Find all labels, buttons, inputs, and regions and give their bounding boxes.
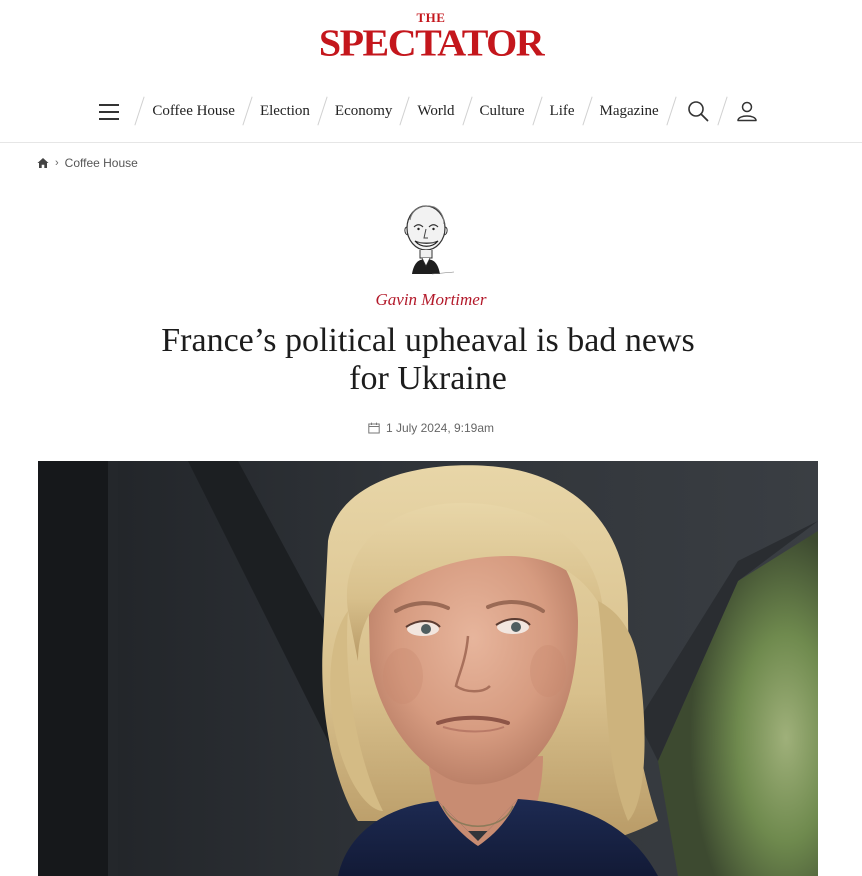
nav-divider (461, 96, 473, 126)
nav-divider (399, 96, 411, 126)
nav-item-coffee-house[interactable]: Coffee House (150, 103, 237, 120)
logo-wordmark: SPECTATOR (318, 21, 545, 64)
nav-item-magazine[interactable]: Magazine (598, 103, 661, 120)
nav-item-culture[interactable]: Culture (478, 103, 527, 120)
publish-date: 1 July 2024, 9:19am (0, 421, 862, 435)
main-nav: Coffee House Election Economy World Cult… (0, 93, 862, 129)
user-icon[interactable] (735, 99, 759, 123)
nav-item-world[interactable]: World (415, 103, 456, 120)
article-hero-image (38, 461, 818, 876)
nav-divider (581, 96, 593, 126)
calendar-icon (368, 422, 380, 434)
nav-divider (134, 96, 145, 126)
author-byline[interactable]: Gavin Mortimer (0, 290, 862, 310)
nav-divider (666, 96, 677, 126)
site-header: THE SPECTATOR Coffee House Election Econ… (0, 0, 862, 143)
breadcrumb-link-coffee-house[interactable]: Coffee House (65, 156, 138, 170)
nav-item-life[interactable]: Life (548, 103, 577, 120)
hero-photo (38, 461, 818, 876)
nav-divider (531, 96, 543, 126)
nav-item-economy[interactable]: Economy (333, 103, 395, 120)
publish-date-text: 1 July 2024, 9:19am (385, 421, 495, 435)
nav-divider (317, 96, 328, 126)
spectator-logo[interactable]: THE SPECTATOR (0, 11, 862, 64)
search-icon[interactable] (686, 99, 710, 123)
home-icon[interactable] (37, 157, 49, 169)
chevron-right-icon: › (55, 157, 59, 169)
nav-item-election[interactable]: Election (258, 103, 312, 120)
author-caricature[interactable] (396, 200, 458, 284)
nav-divider (242, 96, 253, 126)
nav-divider (717, 96, 728, 126)
breadcrumb: › Coffee House (37, 155, 138, 171)
article-headline: France’s political upheaval is bad news … (161, 322, 695, 397)
menu-icon[interactable] (99, 102, 121, 120)
